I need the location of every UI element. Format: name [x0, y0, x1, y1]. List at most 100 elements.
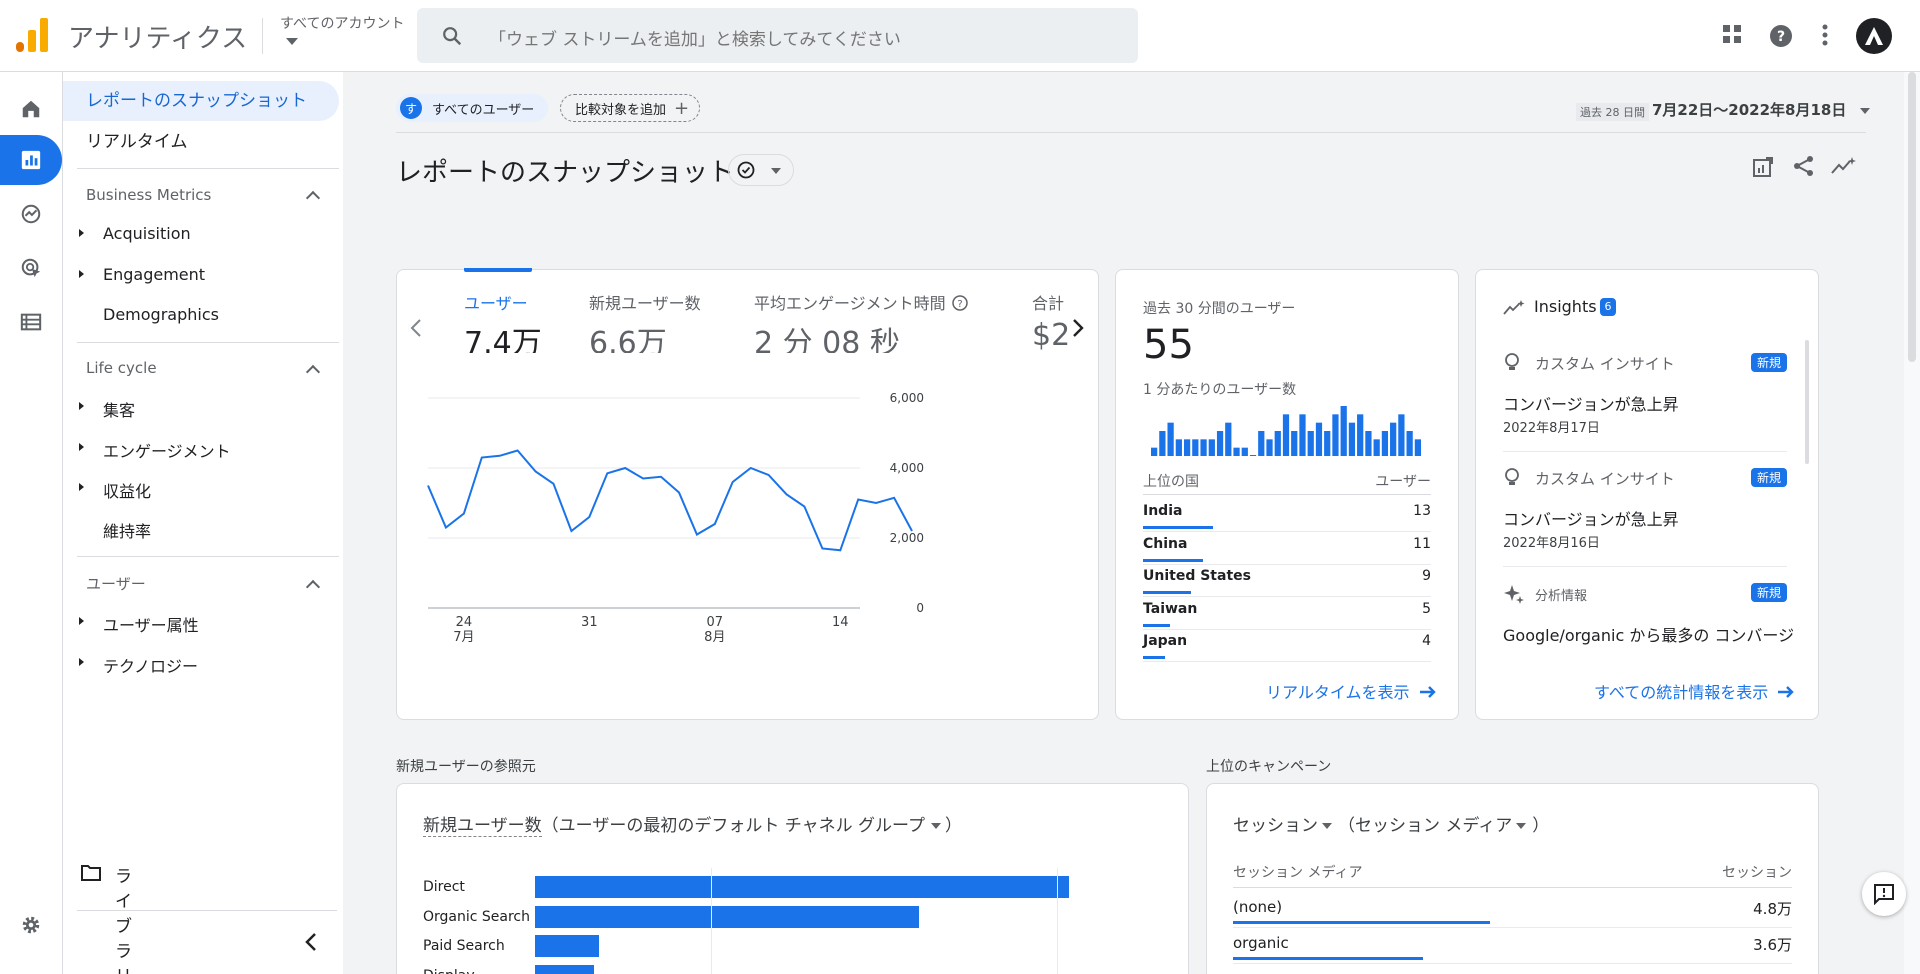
- share-icon[interactable]: [1793, 155, 1815, 177]
- nav-item-retention[interactable]: 維持率: [103, 518, 151, 542]
- divider: [77, 910, 337, 911]
- expand-arrow-icon[interactable]: [79, 229, 84, 237]
- chip-initial: す: [400, 97, 422, 119]
- minute-bar: [1307, 431, 1314, 456]
- more-vert-icon[interactable]: [1822, 24, 1828, 46]
- expand-arrow-icon[interactable]: [79, 402, 84, 410]
- metric-tab-users[interactable]: ユーザー 7.4万: [464, 290, 542, 353]
- metric-selector[interactable]: 新規ユーザー数: [423, 816, 542, 837]
- section-label-top-campaigns: 上位のキャンペーン: [1206, 759, 1332, 775]
- avatar[interactable]: [1856, 18, 1892, 54]
- x-tick-label: 07: [707, 615, 724, 630]
- user-avatar-icon: [1865, 27, 1883, 45]
- insight-headline: コンバージョンが急上昇: [1503, 510, 1679, 529]
- scrollbar-thumb[interactable]: [1908, 72, 1916, 362]
- add-comparison-button[interactable]: 比較対象を追加 +: [560, 94, 701, 122]
- chevron-up-icon[interactable]: [305, 190, 321, 206]
- rail-home[interactable]: [0, 84, 62, 134]
- page-title: レポートのスナップショット: [396, 158, 735, 188]
- country-users: 5: [1422, 600, 1431, 617]
- metric-value: 2 分 08 秒: [754, 326, 900, 353]
- new-badge: 新規: [1750, 583, 1787, 602]
- nav-item-engagement[interactable]: Engagement: [103, 265, 205, 284]
- divider: [1503, 566, 1787, 567]
- top-app-bar: アナリティクス すべてのアカウント 「ウェブ ストリームを追加」と検索してみてく…: [0, 0, 1920, 72]
- feedback-button[interactable]: [1862, 872, 1906, 916]
- search-bar[interactable]: 「ウェブ ストリームを追加」と検索してみてください: [417, 8, 1138, 63]
- expand-arrow-icon[interactable]: [79, 658, 84, 666]
- bar-organic-search: [535, 905, 920, 928]
- metric-tab-new-users[interactable]: 新規ユーザー数 6.6万: [589, 290, 701, 353]
- dimension-selector[interactable]: （セッション メディア: [1338, 816, 1512, 836]
- help-icon[interactable]: ?: [1769, 24, 1793, 48]
- insight-date: 2022年8月17日: [1503, 421, 1600, 436]
- rail-reports[interactable]: [0, 135, 62, 185]
- expand-arrow-icon[interactable]: [79, 443, 84, 451]
- metric-selector[interactable]: セッション: [1233, 816, 1318, 836]
- dropdown-caret-icon[interactable]: [1516, 823, 1527, 829]
- country-users: 9: [1422, 568, 1431, 584]
- nav-item-acquisition[interactable]: Acquisition: [103, 224, 191, 243]
- nav-report-snapshot[interactable]: レポートのスナップショット: [63, 81, 339, 121]
- country-bar: [1143, 623, 1170, 627]
- apps-grid-icon[interactable]: [1722, 24, 1742, 44]
- minute-bar: [1357, 414, 1364, 456]
- analytics-logo-icon[interactable]: [16, 18, 48, 52]
- country-name: China: [1143, 535, 1188, 552]
- page-scrollbar[interactable]: [1904, 72, 1920, 974]
- comparison-chip-all-users[interactable]: す すべてのユーザー: [396, 94, 549, 122]
- account-selector-label[interactable]: すべてのアカウント: [280, 13, 404, 33]
- nav-section-life-cycle[interactable]: Life cycle: [86, 359, 157, 377]
- expand-arrow-icon[interactable]: [79, 617, 84, 625]
- chevron-left-icon[interactable]: [410, 318, 422, 338]
- insight-kind: 分析情報: [1535, 589, 1588, 604]
- account-dropdown-caret-icon[interactable]: [286, 38, 298, 45]
- view-realtime-link[interactable]: リアルタイムを表示: [1266, 679, 1437, 703]
- insights-scrollbar[interactable]: [1805, 340, 1809, 464]
- col-sessions-header: セッション: [1722, 865, 1792, 881]
- nav-item-demographics[interactable]: Demographics: [103, 305, 219, 324]
- date-range-picker[interactable]: 7月22日～2022年8月18日: [1652, 99, 1870, 120]
- chevron-up-icon[interactable]: [305, 579, 321, 595]
- metric-tab-avg-engagement[interactable]: 平均エンゲージメント時間? 2 分 08 秒: [754, 290, 968, 353]
- view-realtime-label: リアルタイムを表示: [1266, 683, 1410, 702]
- chevron-right-icon[interactable]: [1072, 318, 1084, 338]
- rail-admin[interactable]: [0, 900, 62, 950]
- search-icon: [443, 27, 462, 46]
- dropdown-caret-icon[interactable]: [1322, 823, 1332, 829]
- nav-item-user-attributes[interactable]: ユーザー属性: [103, 612, 199, 636]
- rail-explore[interactable]: [0, 189, 62, 239]
- y-tick-label: 4,000: [890, 461, 924, 475]
- minute-bar: [1324, 431, 1331, 456]
- app-title: アナリティクス: [68, 24, 248, 54]
- dropdown-caret-icon[interactable]: [930, 823, 941, 829]
- rail-configure[interactable]: [0, 297, 62, 347]
- insights-sparkle-icon[interactable]: [1831, 156, 1857, 176]
- chevron-up-icon[interactable]: [305, 364, 321, 380]
- minute-bar: [1233, 447, 1240, 456]
- nav-section-user[interactable]: ユーザー: [86, 573, 146, 594]
- country-bar: [1143, 656, 1165, 659]
- nav-realtime[interactable]: リアルタイム: [63, 122, 339, 162]
- expand-arrow-icon[interactable]: [79, 270, 84, 278]
- view-all-insights-link[interactable]: すべての統計情報を表示: [1594, 679, 1795, 703]
- expand-arrow-icon[interactable]: [79, 483, 84, 491]
- collapse-chevron-left-icon[interactable]: [304, 932, 318, 952]
- country-users: 4: [1422, 633, 1431, 649]
- nav-item-acquisition-jp[interactable]: 集客: [103, 397, 135, 421]
- report-status-dropdown[interactable]: [728, 154, 794, 186]
- customize-report-icon[interactable]: [1752, 156, 1774, 178]
- add-comparison-label: 比較対象を追加: [575, 102, 667, 118]
- nav-section-business-metrics[interactable]: Business Metrics: [86, 186, 211, 204]
- insights-count-badge: 6: [1600, 298, 1616, 316]
- nav-item-engagement-jp[interactable]: エンゲージメント: [103, 438, 231, 462]
- help-outline-icon[interactable]: ?: [951, 295, 968, 311]
- rail-advertising[interactable]: [0, 243, 62, 293]
- minute-bar: [1381, 431, 1389, 456]
- metric-tab-total[interactable]: 合計 $2: [1032, 290, 1070, 353]
- date-range-value: 7月22日～2022年8月18日: [1652, 101, 1847, 119]
- nav-item-technology[interactable]: テクノロジー: [103, 653, 198, 677]
- nav-item-monetization[interactable]: 収益化: [103, 478, 151, 502]
- dimension-selector[interactable]: （ユーザーの最初のデフォルト チャネル グループ: [542, 816, 925, 836]
- users-line-chart: 6,000 4,000 2,000 0 247月 31 078月 14: [427, 391, 924, 645]
